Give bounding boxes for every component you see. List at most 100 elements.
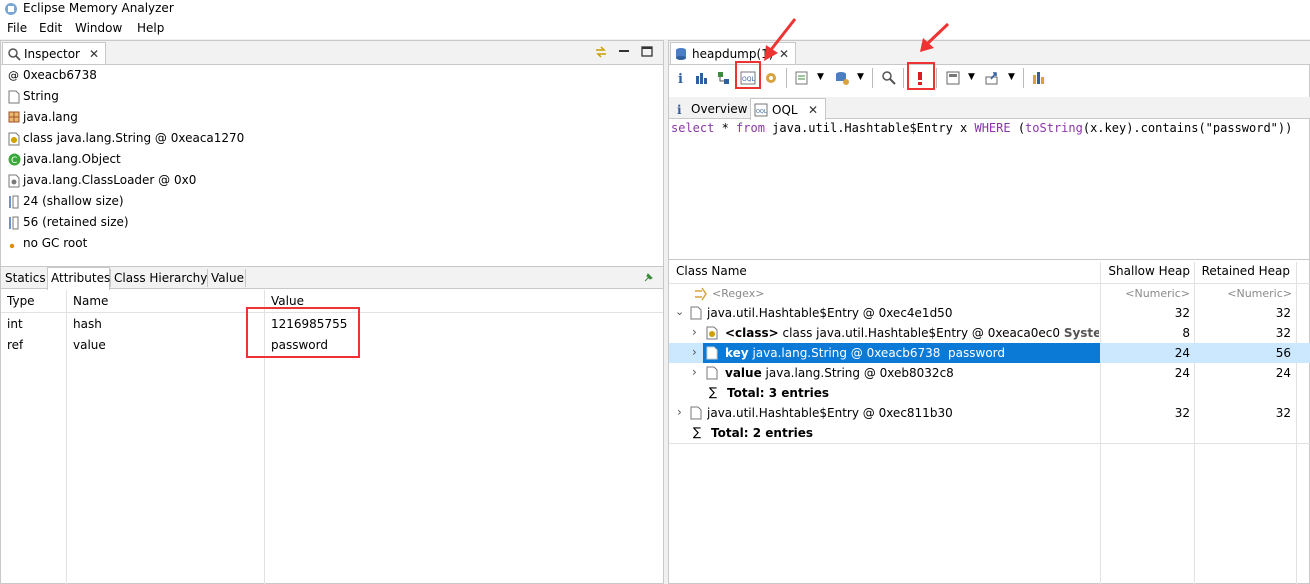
divider	[207, 269, 208, 287]
chevron-right-icon[interactable]: ›	[692, 365, 697, 379]
column-divider	[66, 290, 67, 584]
table-row[interactable]: › <class> class java.util.Hashtable$Entr…	[669, 323, 1310, 343]
regex-filter-icon	[694, 287, 708, 301]
highlight-box	[246, 307, 360, 358]
sum-icon: ∑	[709, 385, 718, 399]
query-browser-icon[interactable]	[834, 70, 850, 86]
chevron-right-icon[interactable]: ›	[692, 325, 697, 339]
table-row-total: ∑ Total: 3 entries	[709, 385, 830, 400]
column-header-retained-heap[interactable]: Retained Heap	[1196, 264, 1290, 278]
tab-oql[interactable]: OQL OQL ✕	[750, 98, 826, 120]
sum-icon: ∑	[693, 425, 702, 439]
calculate-icon[interactable]	[945, 70, 961, 86]
close-icon[interactable]: ✕	[89, 47, 99, 61]
column-header-shallow-heap[interactable]: Shallow Heap	[1102, 264, 1190, 278]
divider	[872, 68, 873, 88]
table-row[interactable]: › value java.lang.String @ 0xeb8032c8 24…	[669, 363, 1310, 383]
histogram-icon[interactable]	[694, 70, 710, 86]
regex-filter-input[interactable]: <Regex>	[712, 287, 764, 300]
column-header-class-name[interactable]: Class Name	[676, 264, 747, 278]
tab-inspector-label: Inspector	[24, 47, 80, 61]
tab-overview[interactable]: i Overview	[670, 98, 749, 119]
arrow-annotation	[920, 22, 950, 52]
shallow-heap-filter-input[interactable]: <Numeric>	[1102, 287, 1190, 300]
menu-edit[interactable]: Edit	[39, 21, 62, 35]
chevron-right-icon[interactable]: ›	[692, 345, 697, 359]
class-file-icon	[706, 326, 720, 340]
divider	[786, 68, 787, 88]
divider	[669, 259, 1310, 260]
tab-class-hierarchy[interactable]: Class Hierarchy	[114, 271, 207, 285]
svg-text:i: i	[678, 72, 683, 86]
class-icon: C	[8, 153, 22, 167]
export-icon[interactable]	[984, 70, 1000, 86]
dominator-tree-icon[interactable]	[716, 70, 732, 86]
table-row[interactable]: ⌄ java.util.Hashtable$Entry @ 0xec4e1d50…	[669, 303, 1310, 323]
file-icon	[706, 346, 720, 360]
file-icon	[706, 366, 720, 380]
svg-text:C: C	[11, 156, 17, 166]
pin-icon[interactable]	[642, 272, 656, 286]
chevron-down-icon[interactable]: ⌄	[675, 305, 684, 318]
reports-icon[interactable]	[794, 70, 810, 86]
minimize-icon[interactable]	[617, 45, 631, 59]
app-icon	[4, 2, 18, 16]
search-icon[interactable]	[881, 70, 897, 86]
svg-text:OQL: OQL	[756, 109, 767, 115]
gc-root-icon	[8, 238, 22, 252]
header-divider	[669, 283, 1310, 284]
tab-inspector[interactable]: Inspector ✕	[2, 42, 106, 64]
chart-icon[interactable]	[1031, 70, 1047, 86]
chevron-down-icon[interactable]: ▼	[1008, 72, 1015, 82]
tab-statics[interactable]: Statics	[5, 271, 46, 285]
row-divider	[669, 443, 1310, 444]
menu-help[interactable]: Help	[137, 21, 164, 35]
table-row-selected[interactable]: › key java.lang.String @ 0xeacb6738 pass…	[669, 343, 1310, 363]
divider	[936, 68, 937, 88]
class-file-icon	[8, 132, 22, 146]
tab-overview-label: Overview	[691, 102, 748, 116]
table-row-total: ∑ Total: 2 entries	[693, 425, 814, 440]
maximize-icon[interactable]	[640, 45, 654, 59]
tab-value[interactable]: Value	[211, 271, 244, 285]
menu-bar: File Edit Window Help	[0, 18, 1310, 39]
oql-editor[interactable]: select * from java.util.Hashtable$Entry …	[671, 121, 1307, 257]
info-icon: i	[674, 102, 688, 116]
divider	[110, 269, 111, 287]
column-header-name[interactable]: Name	[73, 294, 108, 308]
object-icon	[690, 306, 704, 320]
package-icon	[8, 111, 22, 125]
highlight-box	[735, 61, 761, 89]
classloader-icon	[8, 174, 22, 188]
chevron-right-icon[interactable]: ›	[677, 405, 682, 419]
size-icon	[8, 195, 22, 209]
menu-window[interactable]: Window	[75, 21, 122, 35]
database-icon	[675, 47, 689, 61]
chevron-down-icon[interactable]: ▼	[817, 72, 824, 82]
sync-icon[interactable]	[594, 45, 608, 59]
chevron-down-icon[interactable]: ▼	[857, 72, 864, 82]
tab-oql-label: OQL	[772, 103, 798, 117]
inspector-icon	[7, 47, 21, 61]
highlight-box	[907, 62, 935, 90]
retained-heap-filter-input[interactable]: <Numeric>	[1196, 287, 1292, 300]
gears-icon[interactable]	[763, 70, 779, 86]
table-row[interactable]: › java.util.Hashtable$Entry @ 0xec811b30…	[669, 403, 1310, 423]
at-icon: @	[8, 69, 19, 82]
divider	[245, 269, 246, 287]
tab-attributes[interactable]: Attributes	[51, 271, 110, 285]
object-icon	[690, 406, 704, 420]
file-icon	[8, 90, 22, 104]
column-header-type[interactable]: Type	[7, 294, 35, 308]
chevron-down-icon[interactable]: ▼	[968, 72, 975, 82]
close-icon[interactable]: ✕	[808, 103, 818, 117]
divider	[1023, 68, 1024, 88]
divider	[903, 68, 904, 88]
svg-text:i: i	[677, 103, 682, 116]
column-header-value[interactable]: Value	[271, 294, 304, 308]
menu-file[interactable]: File	[7, 21, 27, 35]
window-title: Eclipse Memory Analyzer	[23, 1, 174, 15]
title-bar: Eclipse Memory Analyzer	[0, 0, 1310, 18]
info-icon[interactable]: i	[674, 70, 690, 86]
arrow-annotation	[764, 18, 797, 61]
